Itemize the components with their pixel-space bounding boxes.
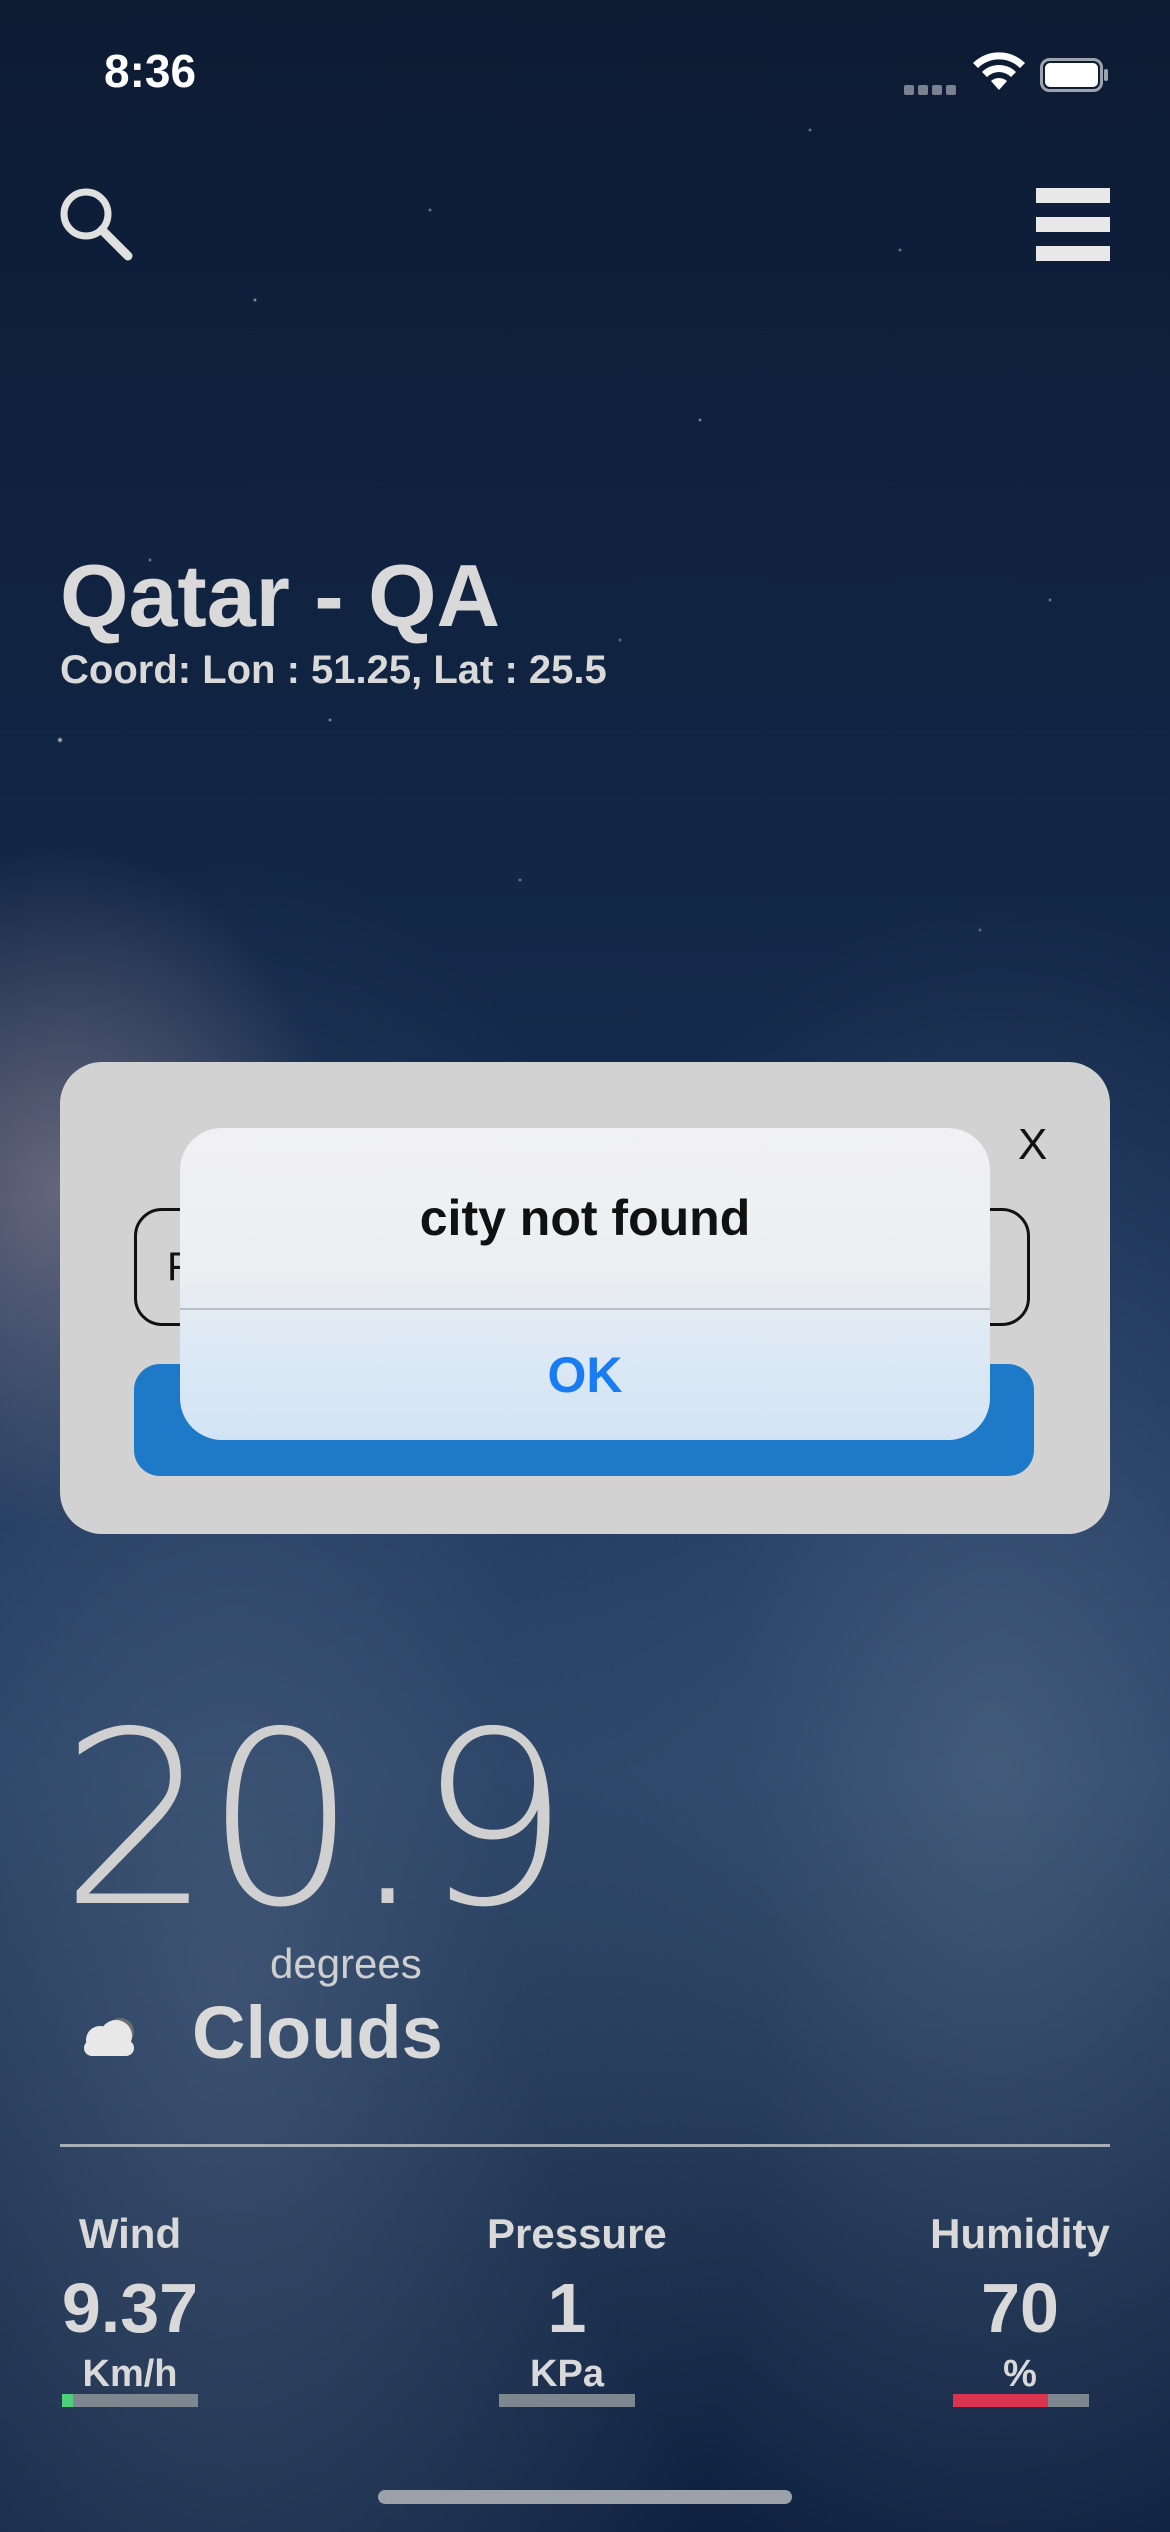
status-bar: 8:36 <box>0 0 1170 140</box>
pressure-level-bar <box>499 2394 635 2407</box>
wind-label: Wind <box>78 2210 182 2257</box>
hamburger-menu-icon[interactable] <box>1036 188 1112 262</box>
pressure-unit: KPa <box>530 2353 604 2395</box>
weather-condition: Clouds <box>192 1991 443 2074</box>
wind-value: 9.37 <box>61 2269 199 2347</box>
pressure-value: 1 <box>547 2269 587 2347</box>
humidity-value: 70 <box>981 2269 1059 2347</box>
humidity-level-fill <box>953 2394 1049 2407</box>
location-coordinates: Coord: Lon : 51.25, Lat : 25.5 <box>60 648 607 692</box>
temperature-value: 20.9 <box>60 1680 570 1960</box>
weather-screen: 8:36 Qatar - QA Coord: Lon : 51.25, Lat … <box>0 0 1170 2532</box>
wind-stat: Wind 9.37 Km/h <box>50 2208 210 2396</box>
pressure-stat: Pressure 1 KPa <box>487 2208 667 2396</box>
battery-full-icon <box>1040 58 1108 92</box>
ok-button[interactable]: OK <box>180 1310 990 1440</box>
wind-level-bar <box>62 2394 198 2407</box>
wind-unit: Km/h <box>82 2353 178 2395</box>
alert-dialog: city not found OK <box>180 1128 990 1440</box>
humidity-label: Humidity <box>930 2210 1110 2257</box>
temperature-unit: degrees <box>270 1940 422 1987</box>
status-time: 8:36 <box>104 45 197 97</box>
location-title: Qatar - QA <box>60 546 501 645</box>
alert-message: city not found <box>419 1190 751 1246</box>
close-button[interactable]: X <box>1018 1120 1047 1170</box>
section-divider <box>60 2144 1110 2147</box>
home-indicator[interactable] <box>378 2490 792 2504</box>
humidity-stat: Humidity 70 % <box>920 2208 1120 2396</box>
wind-level-fill <box>62 2394 73 2407</box>
humidity-level-bar <box>953 2394 1089 2407</box>
cellular-dots-icon <box>904 80 960 95</box>
humidity-unit: % <box>1003 2353 1037 2395</box>
wifi-icon <box>973 52 1025 90</box>
pressure-label: Pressure <box>487 2210 667 2257</box>
cloud-icon <box>84 2018 134 2056</box>
search-icon[interactable] <box>56 184 136 264</box>
